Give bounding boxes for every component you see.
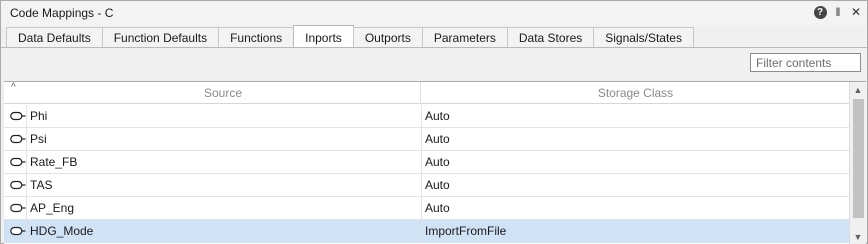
pin-icon[interactable]: ‖ bbox=[831, 5, 845, 19]
scroll-up-icon[interactable]: ▲ bbox=[850, 82, 866, 98]
mappings-table: ^ Source Storage Class Phi Auto Psi Auto bbox=[4, 81, 866, 244]
tab-functions[interactable]: Functions bbox=[218, 27, 295, 48]
table-body: Phi Auto Psi Auto Rate_FB Auto TAS Auto bbox=[4, 105, 849, 243]
table-row[interactable]: TAS Auto bbox=[4, 174, 849, 197]
column-header-source[interactable]: Source bbox=[26, 82, 421, 104]
table-row-selected[interactable]: HDG_Mode ImportFromFile bbox=[4, 220, 849, 243]
close-icon[interactable]: ✕ bbox=[849, 5, 863, 19]
source-cell: TAS bbox=[26, 174, 422, 197]
storage-class-cell[interactable]: ImportFromFile bbox=[422, 220, 849, 243]
scroll-down-icon[interactable]: ▼ bbox=[850, 229, 866, 244]
source-cell: Phi bbox=[26, 105, 422, 128]
source-cell: Psi bbox=[26, 128, 422, 151]
tab-data-stores[interactable]: Data Stores bbox=[506, 27, 595, 48]
storage-class-cell[interactable]: Auto bbox=[422, 128, 849, 151]
help-icon[interactable]: ? bbox=[813, 5, 827, 19]
inport-icon bbox=[10, 111, 26, 121]
source-cell: AP_Eng bbox=[26, 197, 422, 220]
table-header: ^ Source Storage Class bbox=[4, 82, 849, 104]
filter-input[interactable] bbox=[750, 53, 861, 72]
table-row[interactable]: Psi Auto bbox=[4, 128, 849, 151]
tab-parameters[interactable]: Parameters bbox=[421, 27, 508, 48]
inport-icon bbox=[10, 226, 26, 236]
source-cell: Rate_FB bbox=[26, 151, 422, 174]
title-bar: Code Mappings - C ? ‖ ✕ bbox=[1, 1, 867, 26]
tab-strip: Data Defaults Function Defaults Function… bbox=[6, 25, 694, 48]
vertical-scrollbar[interactable]: ▲ ▼ bbox=[849, 82, 866, 244]
table-row[interactable]: AP_Eng Auto bbox=[4, 197, 849, 220]
storage-class-cell[interactable]: Auto bbox=[422, 105, 849, 128]
title-actions: ? ‖ ✕ bbox=[813, 5, 863, 19]
inports-panel: ^ Source Storage Class Phi Auto Psi Auto bbox=[4, 48, 866, 244]
code-mappings-window: Code Mappings - C ? ‖ ✕ Data Defaults Fu… bbox=[0, 0, 868, 244]
storage-class-cell[interactable]: Auto bbox=[422, 197, 849, 220]
tab-data-defaults[interactable]: Data Defaults bbox=[6, 27, 103, 48]
tab-function-defaults[interactable]: Function Defaults bbox=[101, 27, 220, 48]
tab-inports[interactable]: Inports bbox=[293, 25, 354, 48]
table-row[interactable]: Phi Auto bbox=[4, 105, 849, 128]
sort-toggle-icon[interactable]: ^ bbox=[11, 82, 16, 93]
source-cell: HDG_Mode bbox=[26, 220, 422, 243]
help-glyph: ? bbox=[813, 5, 827, 19]
storage-class-cell[interactable]: Auto bbox=[422, 174, 849, 197]
storage-class-cell[interactable]: Auto bbox=[422, 151, 849, 174]
inport-icon bbox=[10, 134, 26, 144]
scrollbar-thumb[interactable] bbox=[853, 99, 864, 218]
tab-signals-states[interactable]: Signals/States bbox=[593, 27, 694, 48]
window-title: Code Mappings - C bbox=[10, 6, 114, 20]
tab-outports[interactable]: Outports bbox=[352, 27, 423, 48]
inport-icon bbox=[10, 180, 26, 190]
inport-icon bbox=[10, 157, 26, 167]
inport-icon bbox=[10, 203, 26, 213]
column-header-storage-class[interactable]: Storage Class bbox=[422, 82, 849, 104]
table-row[interactable]: Rate_FB Auto bbox=[4, 151, 849, 174]
